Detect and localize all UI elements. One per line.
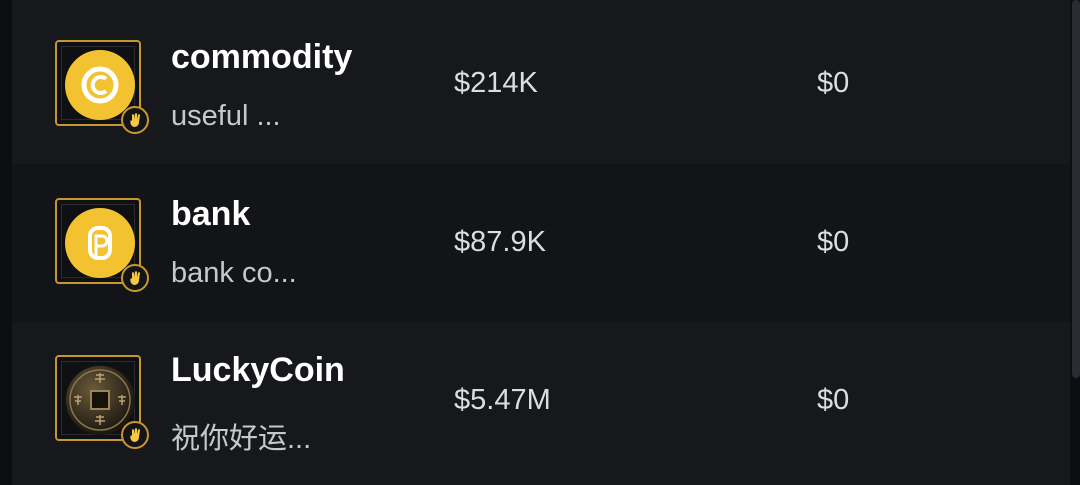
token-market-cap: $5.47M — [454, 384, 551, 416]
token-description: useful ... — [171, 100, 281, 132]
hand-wave-icon — [121, 106, 149, 134]
token-name: LuckyCoin — [171, 351, 345, 389]
token-avatar — [55, 198, 149, 292]
token-list: commodity useful ... $214K $0 bank bank … — [12, 0, 1070, 485]
token-market-cap: $214K — [454, 67, 538, 99]
token-volume: $0 — [817, 67, 850, 99]
token-market-cap: $87.9K — [454, 226, 546, 258]
token-description: 祝你好运... — [171, 423, 312, 455]
token-row[interactable]: LuckyCoin 祝你好运... $5.47M $0 — [12, 322, 1070, 485]
token-volume: $0 — [817, 226, 850, 258]
token-row[interactable]: commodity useful ... $214K $0 — [12, 0, 1070, 164]
hand-wave-icon — [121, 421, 149, 449]
token-description: bank co... — [171, 257, 297, 289]
token-name: bank — [171, 195, 251, 233]
token-volume: $0 — [817, 384, 850, 416]
scrollbar-thumb[interactable] — [1072, 0, 1080, 378]
hand-wave-icon — [121, 264, 149, 292]
token-avatar — [55, 355, 149, 449]
token-avatar — [55, 40, 149, 134]
token-name: commodity — [171, 38, 353, 76]
token-row[interactable]: bank bank co... $87.9K $0 — [12, 164, 1070, 322]
